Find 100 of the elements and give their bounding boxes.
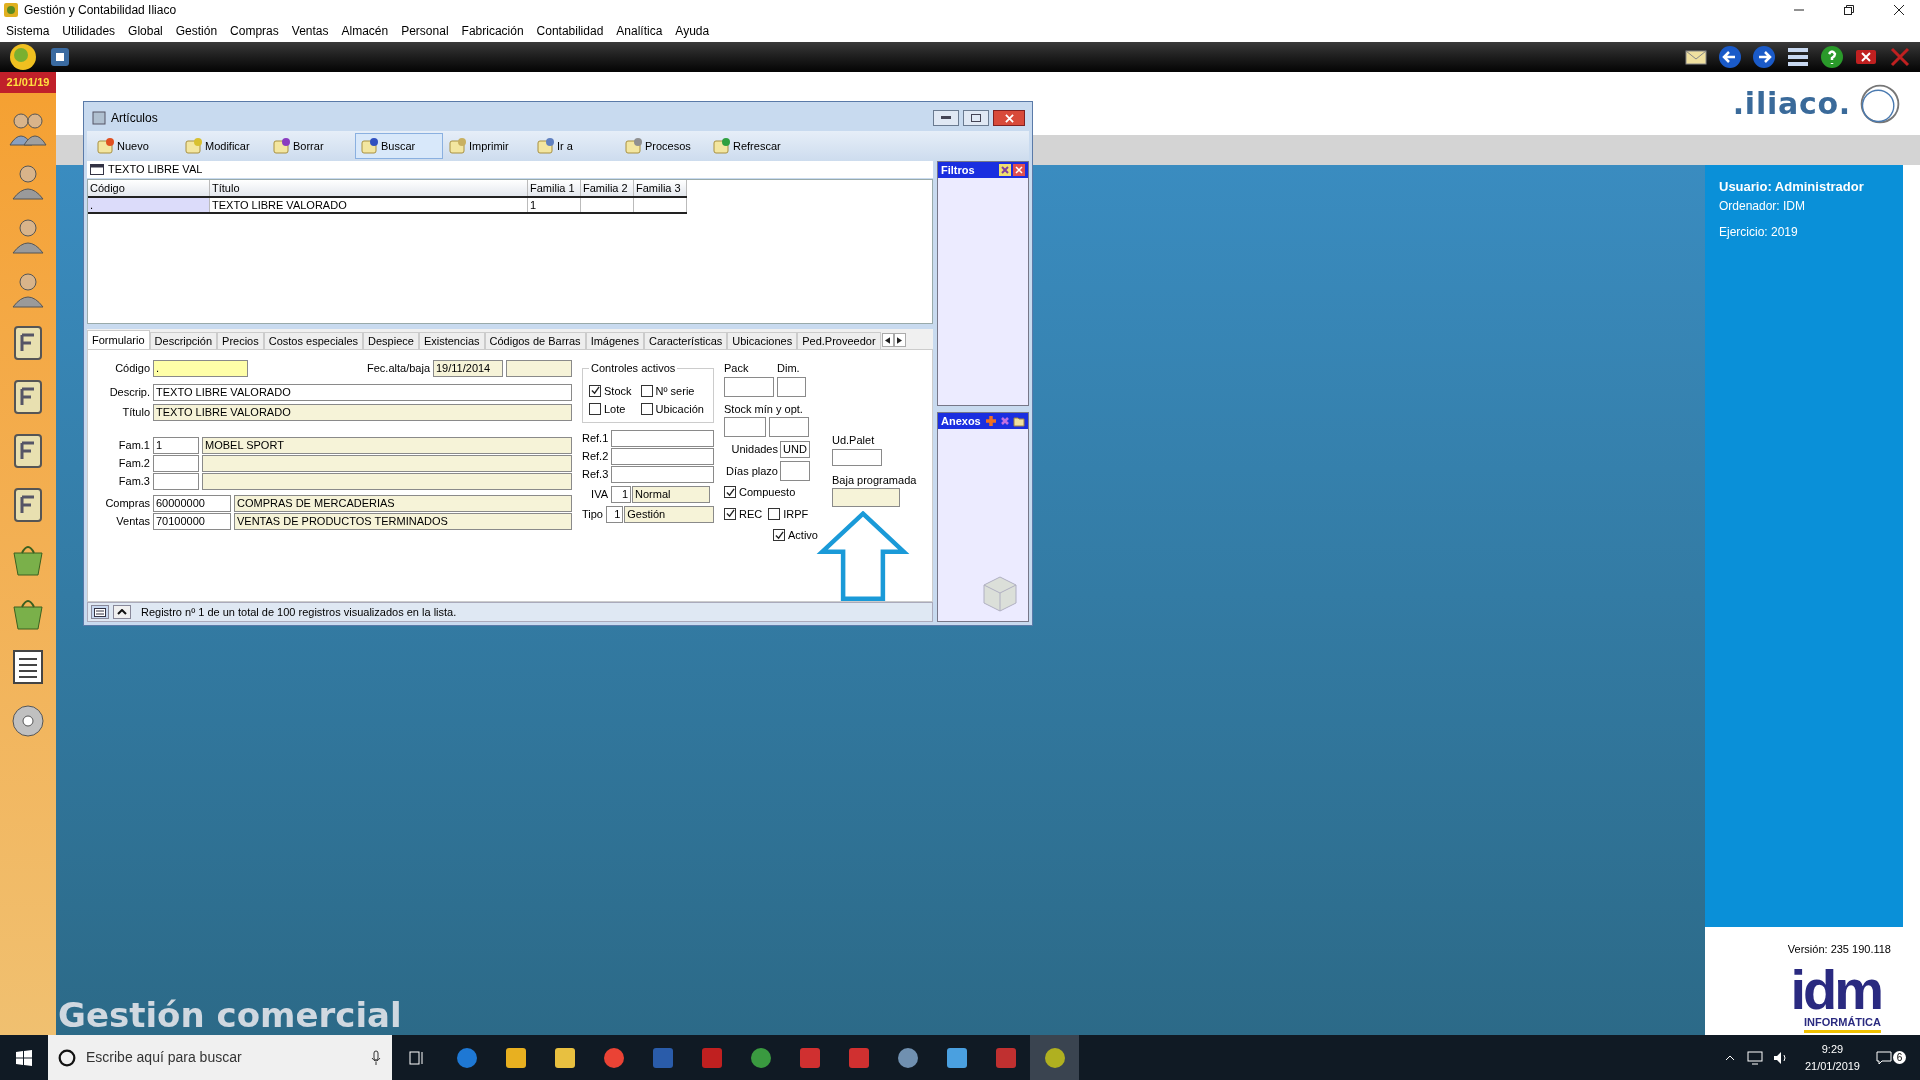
menu-item[interactable]: Ventas	[291, 22, 329, 40]
tab[interactable]: Descripción	[149, 332, 218, 349]
tab[interactable]: Precios	[217, 332, 264, 349]
menu-item[interactable]: Compras	[230, 22, 279, 40]
reference-field[interactable]	[611, 430, 714, 447]
windows-icon[interactable]	[16, 1049, 32, 1066]
reference-field[interactable]	[611, 448, 714, 465]
scheduled-removal-field[interactable]	[832, 488, 900, 507]
date-field[interactable]	[506, 360, 572, 377]
checkbox[interactable]	[640, 384, 653, 397]
column-header[interactable]: Familia 1	[528, 180, 581, 196]
menu-item[interactable]: Analítica	[616, 22, 663, 40]
tab[interactable]: Ubicaciones	[727, 332, 798, 349]
folder-icon[interactable]	[1013, 415, 1025, 427]
notification-icon[interactable]	[1876, 1050, 1892, 1065]
help-icon[interactable]	[1820, 45, 1844, 69]
checkbox[interactable]	[640, 403, 653, 416]
orb-icon[interactable]	[8, 42, 38, 72]
family-name-field[interactable]	[202, 455, 572, 472]
family-code-field[interactable]	[153, 455, 199, 472]
code-field[interactable]: 1	[606, 506, 624, 523]
menu-item[interactable]: Sistema	[6, 22, 50, 40]
tab[interactable]: Existencias	[418, 332, 485, 349]
toolbar-button[interactable]: Borrar	[267, 133, 355, 159]
tab[interactable]: Costos especiales	[263, 332, 363, 349]
date-field[interactable]: 19/11/2014	[433, 360, 503, 377]
toolbar-button[interactable]: Imprimir	[443, 133, 531, 159]
menu-icon[interactable]	[1786, 45, 1810, 69]
checkbox[interactable]	[768, 507, 781, 520]
tab-scroll-left[interactable]	[881, 333, 894, 347]
toolbar-button[interactable]: Ir a	[531, 133, 619, 159]
pallet-units-field[interactable]	[832, 448, 882, 466]
collapse-button[interactable]	[113, 605, 131, 619]
family-name-field[interactable]: MOBEL SPORT	[202, 437, 572, 454]
dimension-field[interactable]	[777, 376, 806, 397]
family-code-field[interactable]	[153, 473, 199, 490]
menu-item[interactable]: Gestión	[175, 22, 218, 40]
menu-item[interactable]: Contabilidad	[536, 22, 604, 40]
account-code-field[interactable]: 70100000	[153, 513, 231, 530]
tab[interactable]: Códigos de Barras	[484, 332, 586, 349]
pack-field[interactable]	[724, 376, 774, 397]
caret-up-icon[interactable]	[1724, 1054, 1735, 1061]
minimize-button[interactable]	[933, 110, 959, 126]
menu-item[interactable]: Personal	[401, 22, 449, 40]
units-field[interactable]: UND	[780, 441, 810, 458]
column-header[interactable]: Familia 2	[581, 180, 634, 196]
close-button[interactable]	[993, 110, 1025, 126]
task-view-icon[interactable]	[409, 1049, 425, 1066]
tab[interactable]: Despiece	[363, 332, 419, 349]
table-row[interactable]: . TEXTO LIBRE VALORADO 1	[88, 198, 687, 214]
code-field[interactable]: .	[153, 360, 248, 377]
toolbar-button[interactable]: Refrescar	[707, 133, 795, 159]
account-code-field[interactable]: 60000000	[153, 495, 231, 512]
description-field[interactable]: TEXTO LIBRE VALORADO	[153, 384, 572, 401]
stock-opt-field[interactable]	[769, 417, 809, 437]
column-header[interactable]: Código	[88, 180, 210, 196]
tab[interactable]: Formulario	[87, 330, 150, 349]
list-view-button[interactable]	[91, 605, 109, 619]
checkbox[interactable]	[724, 486, 736, 499]
family-code-field[interactable]: 1	[153, 437, 199, 454]
checkbox[interactable]	[724, 507, 736, 520]
toolbar-button[interactable]: Procesos	[619, 133, 707, 159]
network-icon[interactable]	[1746, 1050, 1763, 1065]
title-field[interactable]: TEXTO LIBRE VALORADO	[153, 404, 572, 421]
stock-min-field[interactable]	[724, 417, 766, 437]
restore-icon[interactable]	[1844, 5, 1854, 15]
menu-item[interactable]: Global	[128, 22, 163, 40]
account-name-field[interactable]: VENTAS DE PRODUCTOS TERMINADOS	[234, 513, 572, 530]
lead-days-field[interactable]	[780, 461, 810, 481]
clear-icon[interactable]	[999, 164, 1011, 176]
close-icon[interactable]	[1894, 5, 1904, 15]
column-header[interactable]: Título	[210, 180, 528, 196]
exit-icon[interactable]	[1888, 45, 1912, 69]
tab[interactable]: Ped.Proveedor	[797, 332, 881, 349]
toolbar-button[interactable]: Modificar	[179, 133, 267, 159]
code-field[interactable]: 1	[611, 486, 631, 503]
plus-icon[interactable]	[985, 415, 997, 427]
checkbox[interactable]	[589, 384, 601, 397]
family-name-field[interactable]	[202, 473, 572, 490]
account-name-field[interactable]: COMPRAS DE MERCADERIAS	[234, 495, 572, 512]
tab[interactable]: Imágenes	[585, 332, 644, 349]
tab[interactable]: Características	[643, 332, 728, 349]
maximize-button[interactable]	[963, 110, 989, 126]
menu-item[interactable]: Utilidades	[62, 22, 116, 40]
vat-field[interactable]: Normal	[632, 486, 710, 503]
type-field[interactable]: Gestión	[624, 506, 714, 523]
toolbar-button[interactable]: Nuevo	[91, 133, 179, 159]
taskbar-app-icon[interactable]	[1030, 1035, 1079, 1080]
menu-item[interactable]: Fabricación	[461, 22, 524, 40]
taskbar-search-field[interactable]: Escribe aquí para buscar	[48, 1035, 392, 1080]
search-field[interactable]: TEXTO LIBRE VAL	[87, 161, 933, 178]
menu-item[interactable]: Almacén	[341, 22, 389, 40]
toolbar-button[interactable]: Buscar	[355, 133, 443, 159]
checkbox[interactable]	[589, 403, 601, 416]
speaker-icon[interactable]	[1772, 1050, 1789, 1065]
reference-field[interactable]	[611, 466, 714, 483]
menu-item[interactable]: Ayuda	[675, 22, 710, 40]
column-header[interactable]: Familia 3	[634, 180, 687, 196]
clear-icon[interactable]	[999, 415, 1011, 427]
checkbox[interactable]	[773, 529, 786, 542]
